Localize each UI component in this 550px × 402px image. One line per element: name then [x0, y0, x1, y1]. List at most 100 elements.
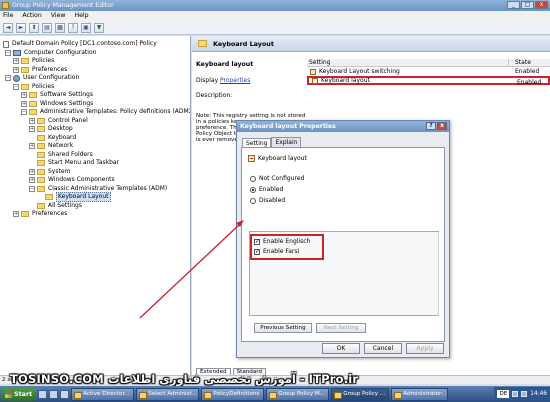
tree-item-shared-folders[interactable]: Shared Folders	[29, 151, 93, 159]
dialog-titlebar[interactable]: Keyboard layout Properties ? x	[237, 121, 449, 132]
menu-file[interactable]: File	[3, 11, 13, 21]
taskbar-item-select-admin[interactable]: Select Administ...	[136, 387, 200, 401]
tree-item-software-settings[interactable]: + Software Settings	[21, 91, 93, 99]
collapse-icon[interactable]: −	[5, 50, 11, 56]
tree-item-control-panel[interactable]: + Control Panel	[29, 117, 88, 125]
tree-item-cc-preferences[interactable]: + Preferences	[13, 66, 67, 74]
taskbar-item-group-policy-editor[interactable]: Group Policy ...	[331, 387, 390, 401]
network-icon[interactable]	[512, 391, 519, 397]
up-folder-icon[interactable]: ⬆	[29, 22, 39, 33]
tree-item-desktop[interactable]: + Desktop	[29, 125, 73, 133]
taskbar-item-policy-definitions[interactable]: PolicyDefinitions	[201, 387, 265, 401]
expand-icon[interactable]: +	[29, 143, 35, 149]
show-hide-tree-icon[interactable]: ▤	[42, 22, 52, 33]
back-icon[interactable]: ◄	[3, 22, 13, 33]
menu-action[interactable]: Action	[22, 11, 41, 21]
forward-icon[interactable]: ►	[16, 22, 26, 33]
minimize-button[interactable]: _	[507, 1, 520, 9]
column-setting[interactable]: Setting	[307, 59, 509, 66]
tree-item-uc-preferences[interactable]: + Preferences	[13, 210, 67, 218]
volume-icon[interactable]	[521, 391, 528, 397]
tree-item-cc-policies[interactable]: + Policies	[13, 57, 54, 65]
clock[interactable]: 14:46	[530, 391, 547, 397]
collapse-icon[interactable]: −	[29, 186, 35, 192]
radio-button[interactable]	[250, 175, 256, 182]
windows-logo-icon	[5, 390, 12, 398]
taskbar-item-active-directory[interactable]: Active Director...	[71, 387, 135, 401]
properties-link[interactable]: Properties	[220, 77, 250, 84]
radio-not-configured[interactable]: Not Configured	[250, 175, 304, 182]
window-controls: _ □ x	[507, 1, 548, 9]
collapse-icon[interactable]: −	[21, 109, 27, 115]
collapse-icon[interactable]: −	[5, 75, 11, 81]
taskbar: Start Active Director... Select Administ…	[0, 386, 550, 402]
tree-item-administrative-templates[interactable]: − Administrative Templates: Policy defin…	[21, 108, 190, 116]
expand-icon[interactable]: +	[29, 126, 35, 132]
tree-item-system[interactable]: + System	[29, 168, 70, 176]
user-icon	[13, 74, 20, 82]
close-button[interactable]: x	[535, 1, 548, 9]
dialog-close-button[interactable]: x	[437, 122, 447, 130]
setting-icon	[310, 68, 316, 75]
tree-item-uc-policies[interactable]: − Policies	[13, 83, 54, 91]
folder-icon	[21, 58, 29, 64]
properties-icon[interactable]: ▦	[55, 22, 65, 33]
dialog-help-button[interactable]: ?	[426, 122, 436, 130]
radio-enabled[interactable]: Enabled	[250, 186, 283, 193]
tree-item-root[interactable]: Default Domain Policy [DC1.contoso.com] …	[3, 40, 157, 48]
menu-bar: File Action View Help	[0, 11, 550, 21]
window-titlebar[interactable]: Group Policy Management Editor _ □ x	[0, 0, 550, 11]
powershell-icon[interactable]	[49, 389, 59, 399]
start-button[interactable]: Start	[1, 387, 37, 401]
tree-pane[interactable]: Default Domain Policy [DC1.contoso.com] …	[0, 36, 191, 375]
expand-icon[interactable]: +	[13, 211, 19, 217]
setting-panel: Keyboard layout Not Configured Enabled D…	[241, 147, 445, 342]
tree-item-keyboard[interactable]: Keyboard	[29, 134, 76, 142]
expand-icon[interactable]: +	[13, 58, 19, 64]
tree-item-start-menu-taskbar[interactable]: Start Menu and Taskbar	[29, 159, 119, 167]
highlight-box	[250, 234, 324, 260]
tree-item-windows-settings[interactable]: + Windows Settings	[21, 100, 93, 108]
setting-title: Keyboard layout	[196, 61, 254, 68]
taskbar-item-group-policy-management[interactable]: Group Policy M...	[266, 387, 330, 401]
list-item[interactable]: Keyboard Layout switching Enabled	[307, 67, 550, 76]
language-indicator[interactable]: DE	[497, 390, 510, 398]
menu-view[interactable]: View	[51, 11, 66, 21]
expand-icon[interactable]: +	[29, 118, 35, 124]
policy-name: Keyboard layout	[248, 155, 307, 162]
expand-icon[interactable]: +	[21, 101, 27, 107]
cancel-button[interactable]: Cancel	[364, 343, 402, 354]
list-item-highlighted[interactable]: Keyboard layout Enabled	[307, 76, 550, 86]
radio-button-selected[interactable]	[250, 186, 256, 193]
tree-item-computer-configuration[interactable]: − Computer Configuration	[5, 49, 96, 57]
filter-icon[interactable]: ▼	[94, 22, 104, 33]
expand-icon[interactable]: +	[13, 67, 19, 73]
taskbar-item-administrator-cmd[interactable]: Administrator: ...	[391, 387, 449, 401]
tree-item-network[interactable]: + Network	[29, 142, 73, 150]
help-icon[interactable]: ?	[68, 22, 78, 33]
tree-item-windows-components[interactable]: + Windows Components	[29, 176, 115, 184]
column-state[interactable]: State	[509, 59, 531, 66]
folder-icon	[37, 152, 45, 158]
server-manager-icon[interactable]	[38, 389, 48, 399]
export-list-icon[interactable]: ▣	[81, 22, 91, 33]
menu-help[interactable]: Help	[74, 11, 88, 21]
tree-item-user-configuration[interactable]: − User Configuration	[5, 74, 79, 82]
expand-icon[interactable]: +	[29, 177, 35, 183]
tree-item-keyboard-layout[interactable]: Keyboard Layout	[37, 192, 111, 202]
policy-setting-icon	[248, 155, 255, 162]
tab-explain[interactable]: Explain	[271, 137, 302, 147]
radio-disabled[interactable]: Disabled	[250, 197, 285, 204]
explorer-icon[interactable]	[60, 389, 70, 399]
collapse-icon[interactable]: −	[13, 84, 19, 90]
setting-icon	[312, 77, 318, 84]
maximize-button[interactable]: □	[521, 1, 534, 9]
expand-icon[interactable]: +	[29, 169, 35, 175]
expand-icon[interactable]: +	[21, 92, 27, 98]
previous-setting-button[interactable]: Previous Setting	[254, 323, 312, 333]
tree-item-all-settings[interactable]: All Settings	[29, 202, 82, 210]
next-setting-button[interactable]: Next Setting	[316, 323, 366, 333]
apply-button[interactable]: Apply	[406, 343, 444, 354]
radio-button[interactable]	[250, 197, 256, 204]
ok-button[interactable]: OK	[322, 343, 360, 354]
